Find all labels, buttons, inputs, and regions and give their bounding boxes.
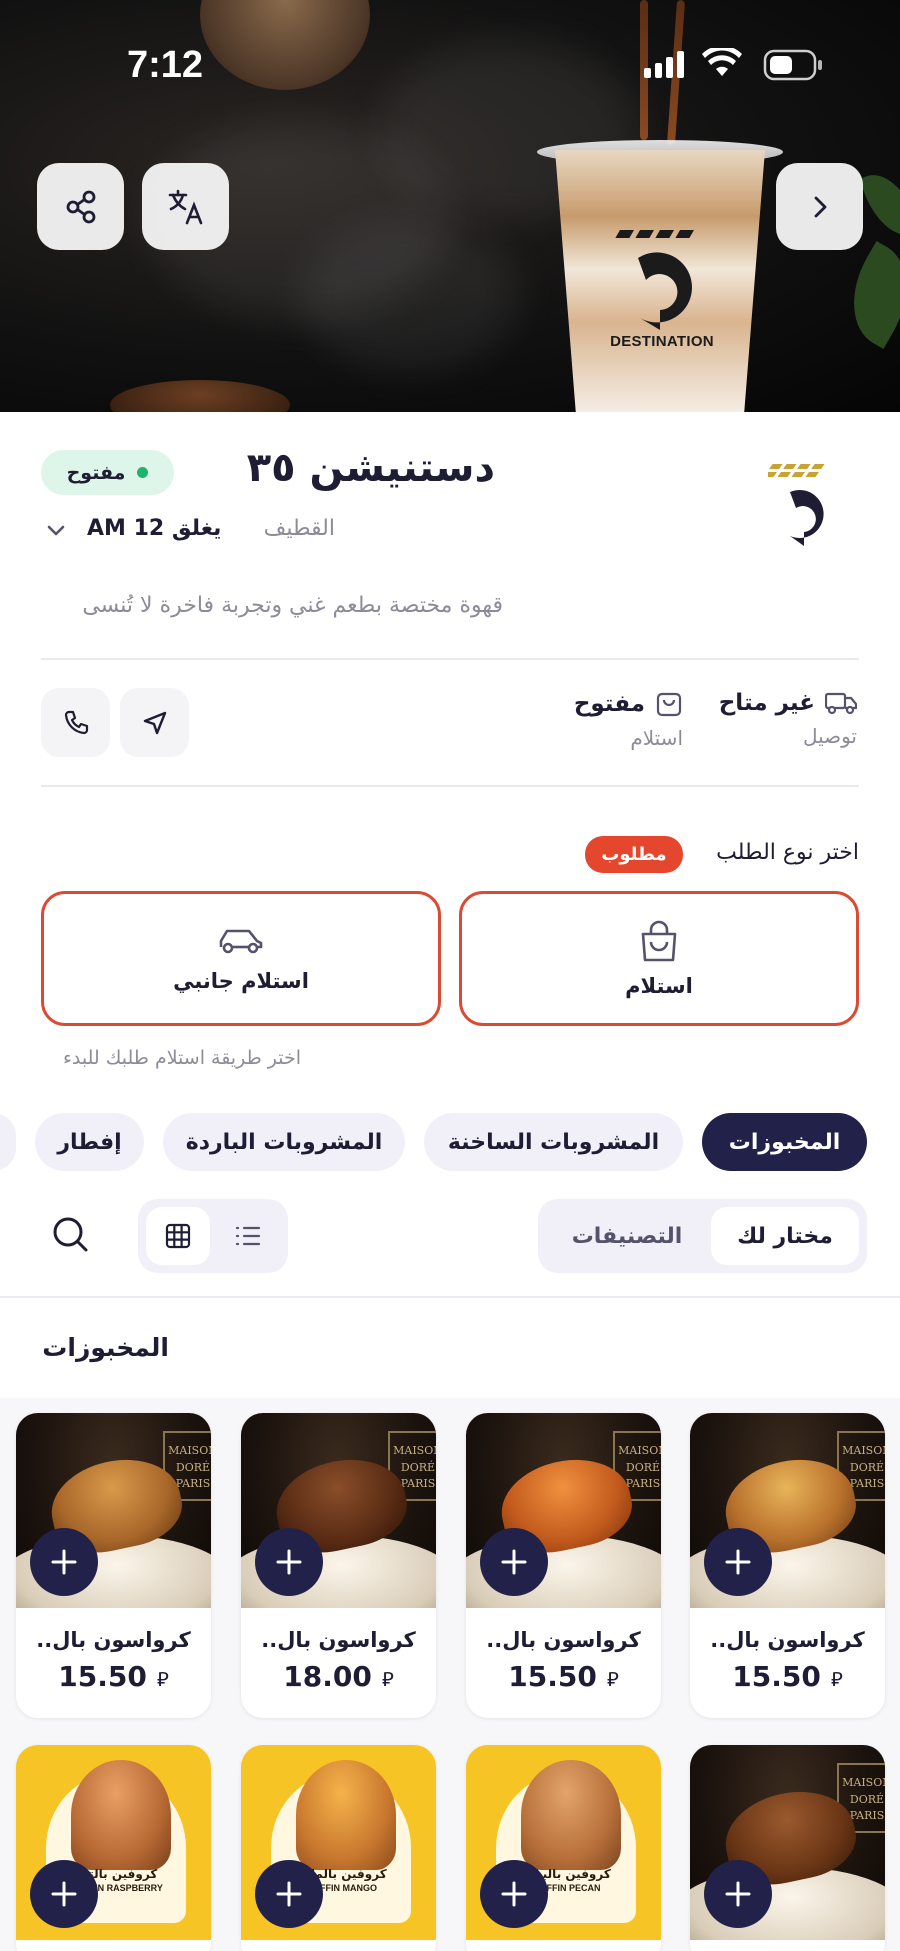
category-tab-more[interactable] xyxy=(0,1113,16,1171)
add-to-cart-button[interactable] xyxy=(480,1860,548,1928)
order-type-label: اختر نوع الطلب xyxy=(716,840,859,865)
delivery-status: غير متاح xyxy=(718,690,815,716)
hand-image xyxy=(200,0,370,90)
store-logo-icon xyxy=(768,464,825,546)
plus-icon xyxy=(725,1549,751,1575)
grid-view-button[interactable] xyxy=(146,1207,210,1265)
chevron-down-icon[interactable] xyxy=(44,519,68,543)
product-price: 18.00 ⃁ xyxy=(283,1660,394,1693)
menu-mode-toggle: مختار لك التصنيفات xyxy=(538,1199,867,1273)
product-name: كرواسون بال.. xyxy=(486,1628,641,1652)
translate-button[interactable] xyxy=(142,163,229,250)
add-to-cart-button[interactable] xyxy=(480,1528,548,1596)
add-to-cart-button[interactable] xyxy=(30,1528,98,1596)
status-icons xyxy=(644,48,822,81)
call-button[interactable] xyxy=(41,688,110,757)
order-option-label: استلام xyxy=(625,973,693,998)
pickup-label: استلام xyxy=(630,726,683,750)
product-card[interactable]: MAISON DORÉ PARIS كرواسون بال.. 18.00⃁ xyxy=(241,1413,436,1718)
plus-icon xyxy=(276,1881,302,1907)
product-card[interactable]: MAISON DORÉ PARIS xyxy=(690,1745,885,1951)
share-button[interactable] xyxy=(37,163,124,250)
product-card[interactable]: MAISON DORÉ PARIS كرواسون بال.. 15.50⃁ xyxy=(16,1413,211,1718)
chevron-right-icon xyxy=(814,196,826,217)
order-option-pickup[interactable]: استلام xyxy=(459,891,859,1026)
add-to-cart-button[interactable] xyxy=(255,1860,323,1928)
category-tab-cold-drinks[interactable]: المشروبات الباردة xyxy=(163,1113,405,1171)
category-tab-breakfast[interactable]: إفطار xyxy=(35,1113,144,1171)
pickup-service: مفتوح استلام xyxy=(574,690,683,750)
plus-icon xyxy=(51,1549,77,1575)
truck-icon xyxy=(825,692,857,715)
hero-banner: DESTINATION 7:12 xyxy=(0,0,900,412)
product-card[interactable]: كروفين بالتوت CROFFIN RASPBERRY xyxy=(16,1745,211,1951)
list-icon xyxy=(235,1226,261,1246)
car-icon xyxy=(219,929,263,953)
phone-icon xyxy=(64,710,88,734)
section-title: المخبوزات xyxy=(42,1333,169,1362)
product-card[interactable]: MAISON DORÉ PARIS كرواسون بال.. 15.50⃁ xyxy=(690,1413,885,1718)
divider xyxy=(41,658,859,660)
plus-icon xyxy=(501,1549,527,1575)
product-name: كرواسون بال.. xyxy=(36,1628,191,1652)
product-name: كرواسون بال.. xyxy=(710,1628,865,1652)
order-option-curbside[interactable]: استلام جانبي xyxy=(41,891,441,1026)
grid-icon xyxy=(165,1223,191,1249)
product-card[interactable]: كروفين بالمانجو CROFFIN MANGO xyxy=(241,1745,436,1951)
store-city: القطيف xyxy=(263,516,335,541)
navigation-icon xyxy=(143,711,166,734)
plus-icon xyxy=(501,1881,527,1907)
closing-time[interactable]: يغلق 12 AM xyxy=(87,516,221,541)
required-badge: مطلوب xyxy=(585,836,683,873)
plus-icon xyxy=(725,1881,751,1907)
category-tab-bakery[interactable]: المخبوزات xyxy=(702,1113,867,1171)
destination-logo-icon xyxy=(615,230,694,330)
add-to-cart-button[interactable] xyxy=(704,1528,772,1596)
product-price: 15.50 ⃁ xyxy=(508,1660,619,1693)
product-price: 15.50 ⃁ xyxy=(58,1660,169,1693)
shopping-bag-icon xyxy=(656,692,682,717)
product-card[interactable]: كروفين بالبيكان CROFFIN PECAN xyxy=(466,1745,661,1951)
order-hint: اختر طريقة استلام طلبك للبدء xyxy=(62,1047,301,1069)
search-icon[interactable] xyxy=(50,1214,90,1254)
product-price: 15.50 ⃁ xyxy=(732,1660,843,1693)
status-time: 7:12 xyxy=(127,44,204,86)
plus-icon xyxy=(51,1881,77,1907)
add-to-cart-button[interactable] xyxy=(255,1528,323,1596)
category-tab-hot-drinks[interactable]: المشروبات الساخنة xyxy=(424,1113,683,1171)
directions-button[interactable] xyxy=(120,688,189,757)
coffee-beans-image xyxy=(110,380,290,412)
divider xyxy=(0,1296,900,1298)
delivery-service: غير متاح توصيل xyxy=(719,690,857,748)
delivery-label: توصيل xyxy=(802,724,857,748)
tab-categories[interactable]: التصنيفات xyxy=(552,1207,702,1265)
shopping-bag-icon xyxy=(641,920,677,961)
add-to-cart-button[interactable] xyxy=(30,1860,98,1928)
open-badge-label: مفتوح xyxy=(66,461,126,484)
product-name: كرواسون بال.. xyxy=(261,1628,416,1652)
order-option-label: استلام جانبي xyxy=(173,968,309,993)
store-name: دستنيشن ٣٥ xyxy=(246,445,495,491)
plus-icon xyxy=(276,1549,302,1575)
add-to-cart-button[interactable] xyxy=(704,1860,772,1928)
share-icon xyxy=(66,190,95,223)
cup-brand-text: DESTINATION xyxy=(610,333,714,350)
open-status-badge: مفتوح xyxy=(41,450,174,495)
back-button[interactable] xyxy=(776,163,863,250)
view-toggle xyxy=(138,1199,288,1273)
pickup-status: مفتوح xyxy=(573,691,645,717)
product-card[interactable]: MAISON DORÉ PARIS كرواسون بال.. 15.50⃁ xyxy=(466,1413,661,1718)
divider xyxy=(41,785,859,787)
translate-icon xyxy=(168,189,202,224)
open-dot-icon xyxy=(137,467,149,478)
list-view-button[interactable] xyxy=(216,1207,280,1265)
tab-featured[interactable]: مختار لك xyxy=(711,1207,859,1265)
store-description: قهوة مختصة بطعم غني وتجربة فاخرة لا تُنس… xyxy=(82,593,503,618)
